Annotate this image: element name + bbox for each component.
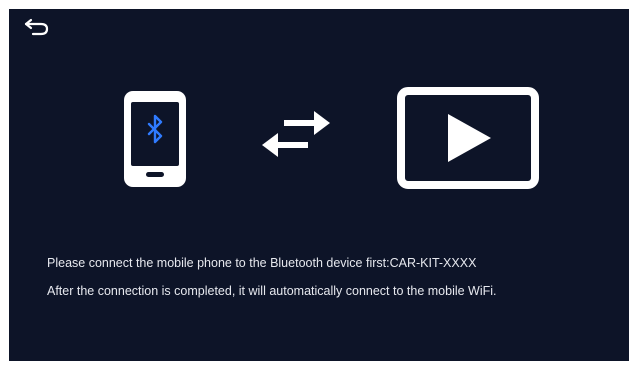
swap-arrows-icon: [258, 106, 334, 162]
play-icon: [448, 114, 491, 162]
instruction-line-2: After the connection is completed, it wi…: [47, 284, 497, 298]
video-play-display-icon: [397, 87, 539, 189]
instruction-line-1: Please connect the mobile phone to the B…: [47, 256, 477, 270]
back-arrow-icon: [24, 18, 49, 36]
instruction-text: Please connect the mobile phone to the B…: [47, 255, 617, 311]
connection-screen: Please connect the mobile phone to the B…: [9, 9, 629, 361]
back-button[interactable]: [23, 15, 53, 39]
smartphone-bluetooth-icon: [124, 91, 186, 187]
